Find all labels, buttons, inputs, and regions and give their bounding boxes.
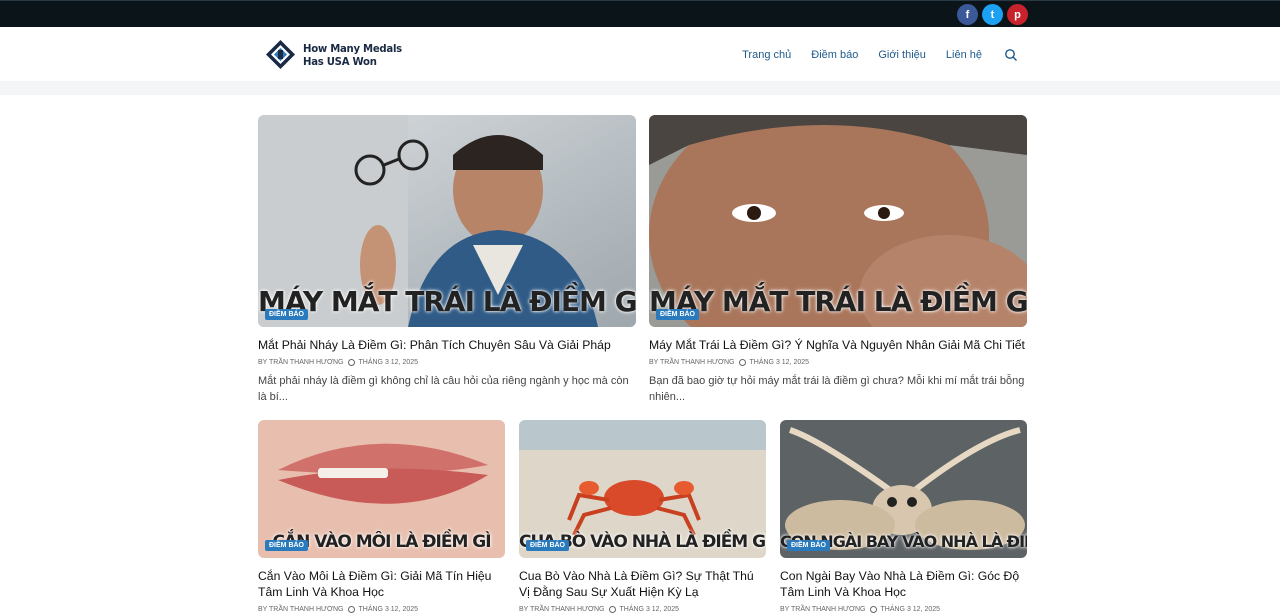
post-meta: BY TRẦN THANH HƯƠNG THÁNG 3 12, 2025 <box>780 606 1027 613</box>
post-meta: BY TRẦN THANH HƯƠNG THÁNG 3 12, 2025 <box>258 606 505 613</box>
logo-line-2: Has USA Won <box>303 54 377 68</box>
post-author[interactable]: BY TRẦN THANH HƯƠNG <box>258 359 344 366</box>
post-date: THÁNG 3 12, 2025 <box>619 606 680 613</box>
post-thumbnail[interactable]: CON NGÀI BAY VÀO NHÀ LÀ ĐIỀM GÌ ĐIỀM BÁO <box>780 420 1027 558</box>
clock-icon <box>347 606 355 613</box>
post-author[interactable]: BY TRẦN THANH HƯƠNG <box>519 606 605 613</box>
post-meta: BY TRẦN THANH HƯƠNG THÁNG 3 12, 2025 <box>649 359 1027 366</box>
logo-line-1: How Many Medals <box>303 41 402 55</box>
post-title[interactable]: Mắt Phải Nháy Là Điềm Gì: Phân Tích Chuy… <box>258 337 636 353</box>
thumbnail-overlay-text: MÁY MẮT TRÁI LÀ ĐIỀM GÌ <box>649 285 1027 318</box>
post-date: THÁNG 3 12, 2025 <box>749 359 810 366</box>
top-bar: f t p <box>0 0 1280 27</box>
post-title[interactable]: Cắn Vào Môi Là Điềm Gì: Giải Mã Tín Hiệu… <box>258 568 505 600</box>
post-title[interactable]: Cua Bò Vào Nhà Là Điềm Gì? Sự Thật Thú V… <box>519 568 766 600</box>
nav-item-omens[interactable]: Điềm báo <box>811 49 858 61</box>
post-date: THÁNG 3 12, 2025 <box>358 606 419 613</box>
post-thumbnail[interactable]: MÁY MẮT TRÁI LÀ ĐIỀM GÌ ĐIỀM BÁO <box>258 115 636 327</box>
post-thumbnail[interactable]: MÁY MẮT TRÁI LÀ ĐIỀM GÌ ĐIỀM BÁO <box>649 115 1027 327</box>
clock-icon <box>347 359 355 366</box>
post-meta: BY TRẦN THANH HƯƠNG THÁNG 3 12, 2025 <box>258 359 636 366</box>
logo-text: How Many Medals Has USA Won <box>303 42 402 68</box>
site-header: How Many Medals Has USA Won Trang chủ Đi… <box>0 27 1280 81</box>
post-title[interactable]: Con Ngài Bay Vào Nhà Là Điềm Gì: Góc Độ … <box>780 568 1027 600</box>
search-icon[interactable] <box>1004 48 1018 62</box>
thumbnail-overlay-text: MÁY MẮT TRÁI LÀ ĐIỀM GÌ <box>258 285 636 318</box>
post-date: THÁNG 3 12, 2025 <box>358 359 419 366</box>
post-author[interactable]: BY TRẦN THANH HƯƠNG <box>258 606 344 613</box>
site-logo[interactable]: How Many Medals Has USA Won <box>265 39 410 70</box>
post-card: CON NGÀI BAY VÀO NHÀ LÀ ĐIỀM GÌ ĐIỀM BÁO… <box>780 420 1027 613</box>
category-badge[interactable]: ĐIỀM BÁO <box>265 540 308 551</box>
post-card: CẮN VÀO MÔI LÀ ĐIỀM GÌ ĐIỀM BÁO Cắn Vào … <box>258 420 505 613</box>
post-title[interactable]: Máy Mắt Trái Là Điềm Gì? Ý Nghĩa Và Nguy… <box>649 337 1027 353</box>
facebook-icon[interactable]: f <box>957 4 978 25</box>
category-badge[interactable]: ĐIỀM BÁO <box>656 309 699 320</box>
category-badge[interactable]: ĐIỀM BÁO <box>265 309 308 320</box>
post-card: MÁY MẮT TRÁI LÀ ĐIỀM GÌ ĐIỀM BÁO Máy Mắt… <box>649 115 1027 405</box>
header-divider-band <box>0 81 1280 95</box>
post-thumbnail[interactable]: CUA BÒ VÀO NHÀ LÀ ĐIỀM GÌ ĐIỀM BÁO <box>519 420 766 558</box>
post-excerpt: Bạn đã bao giờ tự hỏi máy mắt trái là đi… <box>649 375 1025 403</box>
post-thumbnail[interactable]: CẮN VÀO MÔI LÀ ĐIỀM GÌ ĐIỀM BÁO <box>258 420 505 558</box>
category-badge[interactable]: ĐIỀM BÁO <box>526 540 569 551</box>
nav-item-home[interactable]: Trang chủ <box>742 49 791 61</box>
post-date: THÁNG 3 12, 2025 <box>880 606 941 613</box>
post-excerpt: Mắt phải nháy là điềm gì không chỉ là câ… <box>258 375 629 403</box>
post-author[interactable]: BY TRẦN THANH HƯƠNG <box>780 606 866 613</box>
nav-item-about[interactable]: Giới thiệu <box>878 49 926 61</box>
post-card: MÁY MẮT TRÁI LÀ ĐIỀM GÌ ĐIỀM BÁO Mắt Phả… <box>258 115 636 405</box>
post-author[interactable]: BY TRẦN THANH HƯƠNG <box>649 359 735 366</box>
twitter-icon[interactable]: t <box>982 4 1003 25</box>
post-card: CUA BÒ VÀO NHÀ LÀ ĐIỀM GÌ ĐIỀM BÁO Cua B… <box>519 420 766 613</box>
main-nav: Trang chủ Điềm báo Giới thiệu Liên hệ <box>742 48 1018 62</box>
nav-item-contact[interactable]: Liên hệ <box>946 49 982 61</box>
clock-icon <box>608 606 616 613</box>
clock-icon <box>869 606 877 613</box>
clock-icon <box>738 359 746 366</box>
logo-mark-icon <box>266 40 295 69</box>
category-badge[interactable]: ĐIỀM BÁO <box>787 540 830 551</box>
social-links: f t p <box>957 4 1028 25</box>
pinterest-icon[interactable]: p <box>1007 4 1028 25</box>
post-meta: BY TRẦN THANH HƯƠNG THÁNG 3 12, 2025 <box>519 606 766 613</box>
